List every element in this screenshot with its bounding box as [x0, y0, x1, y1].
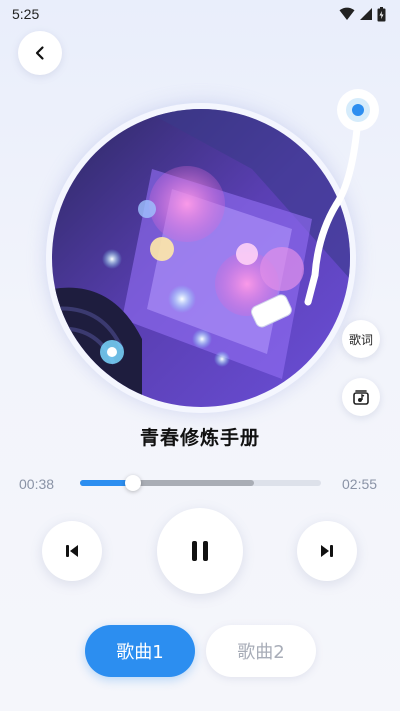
pause-icon — [192, 541, 208, 561]
music-folder-button[interactable] — [342, 378, 380, 416]
current-time: 00:38 — [19, 476, 55, 492]
play-pause-button[interactable] — [157, 508, 243, 594]
tab-song-2[interactable]: 歌曲2 — [206, 625, 316, 677]
skip-next-icon — [321, 545, 333, 557]
previous-button[interactable] — [42, 521, 102, 581]
song-title: 青春修炼手册 — [139, 427, 260, 449]
progress-thumb[interactable] — [125, 475, 142, 491]
next-button[interactable] — [297, 521, 357, 581]
tonearm — [251, 89, 379, 328]
lyrics-button[interactable]: 歌词 — [342, 320, 380, 358]
music-folder-icon — [353, 390, 369, 405]
tab-song-1[interactable]: 歌曲1 — [85, 625, 195, 677]
signal-icon — [360, 8, 372, 20]
progress-slider[interactable] — [80, 475, 321, 491]
chevron-left-icon — [35, 46, 44, 60]
total-time: 02:55 — [342, 476, 378, 492]
lyrics-label: 歌词 — [348, 332, 373, 347]
skip-previous-icon — [66, 545, 78, 557]
status-icons — [339, 6, 386, 22]
status-time: 5:25 — [12, 6, 40, 22]
status-bar: 5:25 — [0, 0, 400, 28]
wifi-icon — [339, 7, 355, 20]
battery-icon — [377, 6, 386, 21]
back-button[interactable] — [18, 31, 62, 75]
